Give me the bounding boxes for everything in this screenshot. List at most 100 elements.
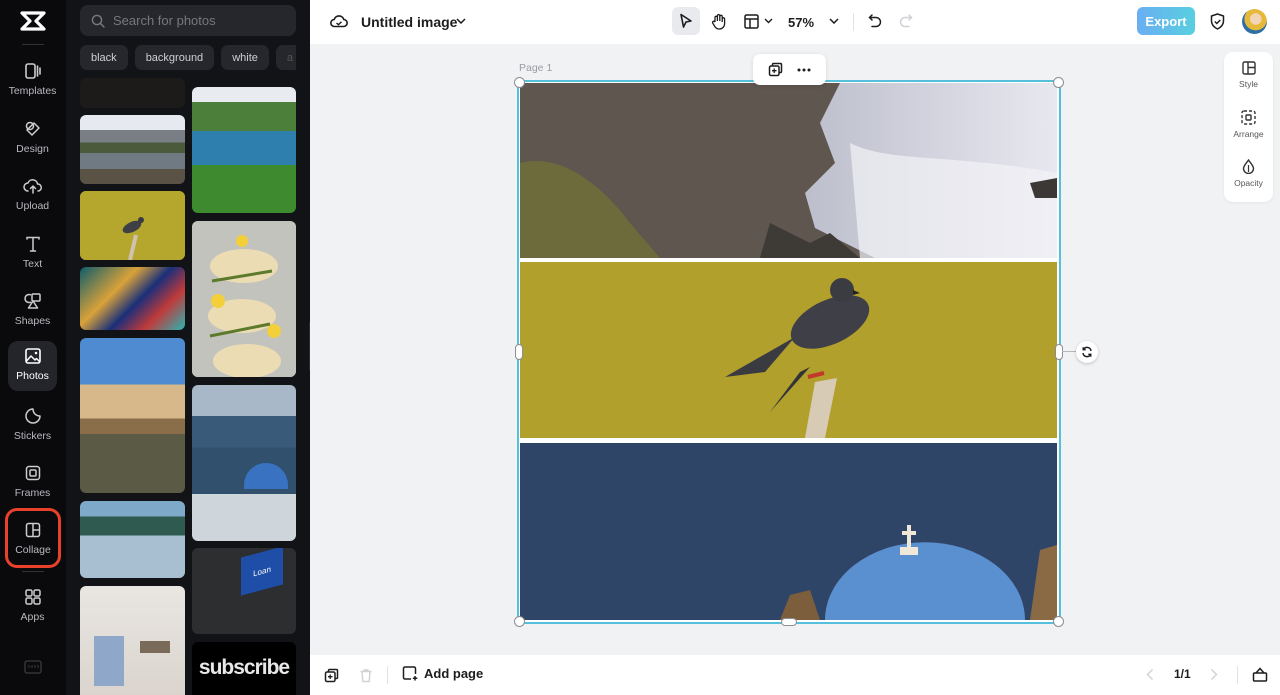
resize-handle-bottom-left[interactable] <box>514 616 525 627</box>
resize-handle-right[interactable] <box>1055 344 1063 360</box>
photo-thumb-mountain-lake[interactable] <box>80 115 185 184</box>
style-button[interactable]: Style <box>1224 56 1273 100</box>
search-box[interactable] <box>80 5 296 36</box>
rail-item-apps[interactable]: Apps <box>8 582 57 632</box>
collage-cell-santorini[interactable] <box>520 443 1057 620</box>
resize-handle-top-left[interactable] <box>514 77 525 88</box>
export-button[interactable]: Export <box>1137 7 1195 35</box>
cloud-saved-icon[interactable] <box>329 11 349 31</box>
duplicate-icon[interactable] <box>768 62 783 77</box>
rail-item-templates[interactable]: Templates <box>8 56 57 106</box>
rail-label: Templates <box>8 85 57 97</box>
arrange-icon <box>1241 110 1256 125</box>
search-input[interactable] <box>113 13 283 28</box>
rail-label: Collage <box>15 544 51 556</box>
photo-thumb-santorini[interactable] <box>192 385 296 541</box>
rail-item-photos[interactable]: Photos <box>8 341 57 391</box>
design-icon <box>23 119 43 139</box>
redo-button[interactable] <box>896 11 916 31</box>
chip-background[interactable]: background <box>134 45 215 70</box>
bottom-divider <box>387 666 388 684</box>
collage-cell-cliffs[interactable] <box>520 83 1057 258</box>
resize-handle-bottom-right[interactable] <box>1053 616 1064 627</box>
undo-button[interactable] <box>865 11 885 31</box>
rail-label: Shapes <box>14 315 51 327</box>
photo-thumb-wardrobe[interactable] <box>80 586 185 695</box>
add-page-button[interactable]: Add page <box>402 665 483 681</box>
resize-handle-top-right[interactable] <box>1053 77 1064 88</box>
templates-icon <box>23 61 43 81</box>
rail-label: Photos <box>16 370 49 382</box>
document-title[interactable]: Untitled image <box>361 12 457 32</box>
rail-item-stickers[interactable]: Stickers <box>8 401 57 451</box>
photo-thumb-lake-reflection[interactable] <box>80 501 185 578</box>
next-page-icon[interactable] <box>1210 668 1218 681</box>
text-icon <box>23 234 43 254</box>
collage-cell-pigeon[interactable] <box>520 262 1057 438</box>
opacity-button[interactable]: Opacity <box>1224 154 1273 198</box>
chip-black[interactable]: black <box>80 45 128 70</box>
opacity-icon <box>1242 159 1255 174</box>
stickers-icon <box>23 406 43 426</box>
layout-icon <box>743 13 759 29</box>
hand-tool-button[interactable] <box>706 8 732 34</box>
select-tool-button[interactable] <box>672 7 700 35</box>
rotate-button[interactable] <box>1076 341 1098 363</box>
upload-icon <box>22 176 43 196</box>
page-indicator: 1/1 <box>1174 667 1191 681</box>
photo-thumb-ponte-vecchio[interactable] <box>80 338 185 493</box>
top-bar: Untitled image 57% Export <box>310 0 1280 44</box>
bottom-bar: Add page 1/1 <box>310 655 1280 695</box>
apps-icon <box>23 587 43 607</box>
more-options-icon[interactable] <box>797 68 811 72</box>
resize-handle-left[interactable] <box>515 344 523 360</box>
photo-thumb-dark-texture[interactable] <box>80 78 185 108</box>
rail-divider <box>22 571 44 572</box>
capcut-logo-icon[interactable] <box>18 9 48 33</box>
pointer-icon <box>679 13 693 29</box>
photo-thumb-pigeon[interactable] <box>80 191 185 260</box>
user-avatar[interactable] <box>1242 9 1267 34</box>
page-label: Page 1 <box>519 62 553 74</box>
rail-item-frames[interactable]: Frames <box>8 458 57 508</box>
chip-more[interactable]: a <box>275 45 296 70</box>
dome-shape <box>244 463 288 489</box>
rail-item-text[interactable]: Text <box>8 229 57 279</box>
side-tools-panel: Style Arrange Opacity <box>1224 52 1273 202</box>
chip-white[interactable]: white <box>221 45 269 70</box>
rail-item-upload[interactable]: Upload <box>8 171 57 221</box>
rail-item-shapes[interactable]: Shapes <box>8 286 57 336</box>
search-icon <box>91 14 105 28</box>
zoom-level[interactable]: 57% <box>788 12 814 32</box>
wardrobe-basket <box>140 641 170 653</box>
collage-page[interactable] <box>517 80 1061 624</box>
photo-thumb-abstract-swirls[interactable] <box>80 267 185 330</box>
prev-page-icon[interactable] <box>1146 668 1154 681</box>
shield-check-icon[interactable] <box>1207 11 1227 31</box>
arrange-button[interactable]: Arrange <box>1224 105 1273 149</box>
layout-dropdown-button[interactable] <box>740 8 776 34</box>
rotate-icon <box>1081 346 1093 358</box>
rail-item-collage[interactable]: Collage <box>5 508 61 568</box>
duplicate-page-icon[interactable] <box>324 668 339 683</box>
zoom-chevron-down-icon[interactable] <box>826 13 842 29</box>
opacity-label: Opacity <box>1234 178 1263 188</box>
delete-page-icon[interactable] <box>359 668 373 683</box>
keyboard-icon[interactable] <box>24 660 42 674</box>
rail-item-design[interactable]: Design <box>8 114 57 164</box>
resize-handle-bottom[interactable] <box>781 618 797 626</box>
arrange-label: Arrange <box>1233 129 1264 139</box>
photo-thumb-subscribe[interactable]: subscribe <box>192 642 296 695</box>
tag-chips: black background white a <box>80 45 296 70</box>
photo-thumb-loan-keyboard[interactable]: Loan <box>192 548 296 634</box>
pages-panel-icon[interactable] <box>1252 667 1268 682</box>
app: Templates Design Upload Text Shapes Phot… <box>0 0 1280 695</box>
photo-thumb-river-valley[interactable] <box>192 87 296 213</box>
redo-icon <box>899 14 913 28</box>
collage-icon <box>23 520 43 540</box>
canvas-area: Page 1 Style Arrange Opacity <box>310 44 1280 655</box>
photo-thumb-chicken-lemons[interactable] <box>192 221 296 377</box>
title-chevron-down-icon[interactable] <box>453 13 469 29</box>
rail-label: Frames <box>14 487 51 499</box>
add-page-icon <box>402 665 418 681</box>
